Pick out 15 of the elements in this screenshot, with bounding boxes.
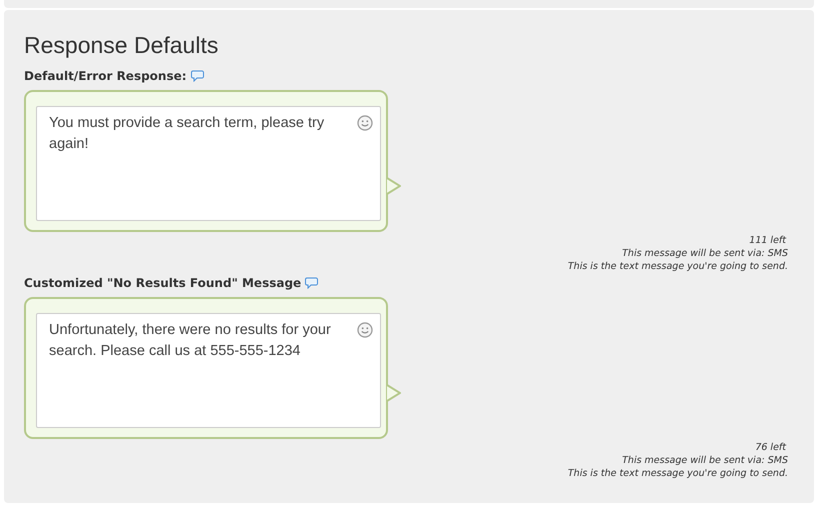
smiley-icon[interactable] bbox=[357, 322, 373, 338]
field-label: Customized "No Results Found" Message bbox=[24, 275, 302, 292]
delivery-method: This message will be sent via: SMS bbox=[622, 454, 788, 467]
message-field[interactable]: You must provide a search term, please try again! bbox=[36, 106, 381, 221]
delivery-method: This message will be sent via: SMS bbox=[622, 247, 788, 260]
characters-left: 111 left bbox=[749, 234, 788, 247]
section-title: Response Defaults bbox=[24, 31, 220, 60]
message-hint: This is the text message you're going to send. bbox=[568, 467, 788, 480]
characters-left: 76 left bbox=[755, 441, 788, 454]
speech-bubble-icon[interactable] bbox=[190, 70, 204, 82]
message-field[interactable]: Unfortunately, there were no results for your search. Please call us at 555-555-1234 bbox=[36, 313, 381, 428]
speech-bubble-icon[interactable] bbox=[305, 277, 318, 289]
field-label: Default/Error Response: bbox=[24, 68, 187, 85]
message-hint: This is the text message you're going to send. bbox=[568, 260, 788, 273]
smiley-icon[interactable] bbox=[357, 115, 373, 131]
